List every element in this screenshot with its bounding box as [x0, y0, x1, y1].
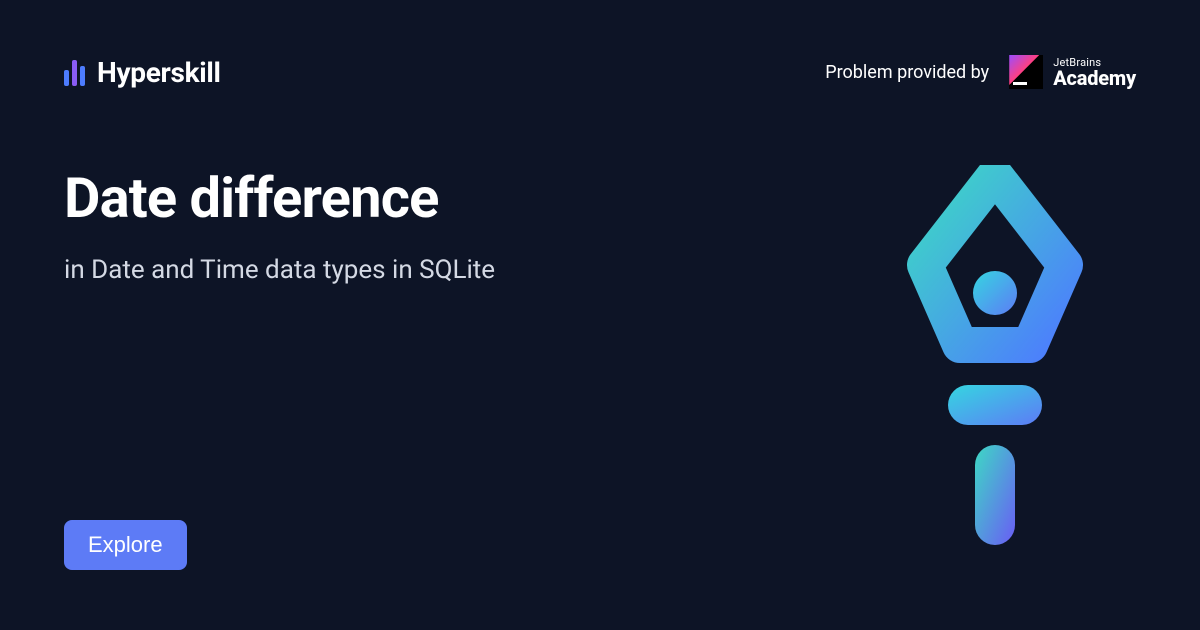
pen-nib-decoration-icon	[890, 165, 1100, 565]
hyperskill-brand: Hyperskill	[64, 56, 221, 89]
page-title: Date difference	[64, 165, 495, 231]
explore-button[interactable]: Explore	[64, 520, 187, 570]
main-content: Date difference in Date and Time data ty…	[64, 165, 495, 285]
jetbrains-academy-logo: JetBrains Academy	[1009, 55, 1136, 89]
jetbrains-academy-text: JetBrains Academy	[1053, 57, 1136, 88]
hyperskill-brand-text: Hyperskill	[97, 56, 221, 89]
header: Hyperskill Problem provided by JetBrains…	[64, 55, 1136, 89]
provider-section: Problem provided by JetBrains Academy	[825, 55, 1136, 89]
provided-by-label: Problem provided by	[825, 62, 989, 83]
page-subtitle: in Date and Time data types in SQLite	[64, 255, 495, 285]
hyperskill-logo-icon	[64, 58, 85, 86]
jetbrains-logo-icon	[1009, 55, 1043, 89]
provider-name-bottom: Academy	[1053, 68, 1136, 88]
